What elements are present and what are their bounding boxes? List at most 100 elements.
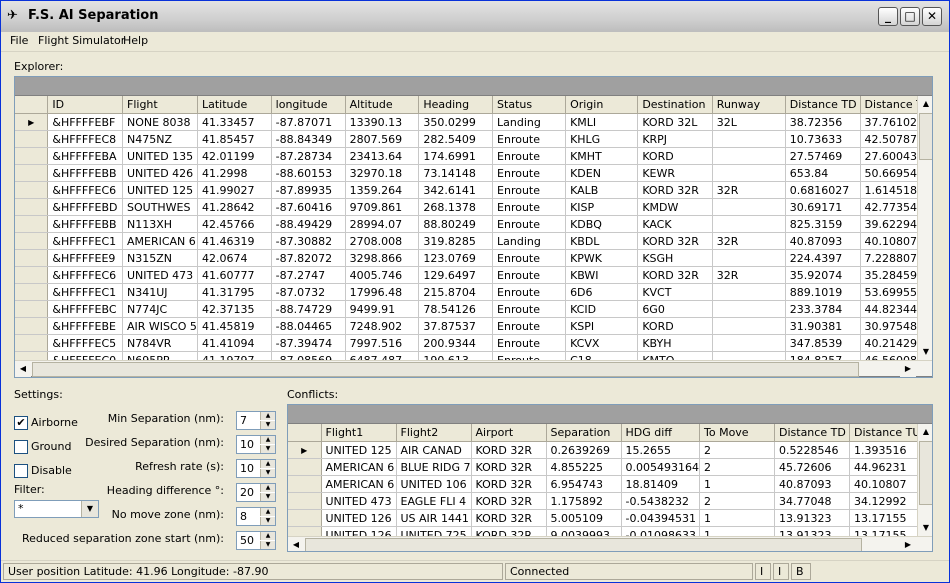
row-header[interactable] [15, 198, 49, 216]
table-cell[interactable]: 6G0 [637, 300, 713, 318]
table-cell[interactable]: 233.3784 [785, 300, 861, 318]
table-cell[interactable]: &HFFFFEC8 [47, 130, 123, 148]
table-row[interactable]: &HFFFFEC5 N784VR 41.41094 -87.39474 7997.516… [15, 334, 932, 352]
conflicts-column-header[interactable]: HDG diff [621, 424, 701, 442]
scroll-right-arrow-icon[interactable]: ▶ [900, 361, 916, 377]
current-row-arrow-icon[interactable]: ▶ [15, 113, 49, 131]
table-cell[interactable]: 18.81409 [621, 475, 701, 493]
row-header[interactable] [15, 249, 49, 267]
row-header[interactable] [15, 181, 49, 199]
table-cell[interactable]: 4.855225 [546, 458, 622, 476]
table-cell[interactable]: 40.87093 [785, 232, 861, 250]
table-row[interactable]: &HFFFFEC6 UNITED 125 41.99027 -87.89935 1359… [15, 181, 932, 199]
spin-down-icon[interactable]: ▼ [260, 421, 275, 429]
table-cell[interactable]: Enroute [492, 334, 567, 352]
table-cell[interactable]: NONE 8038 [122, 113, 198, 131]
table-cell[interactable]: &HFFFFEC6 [47, 266, 123, 284]
table-cell[interactable]: &HFFFFEBF [47, 113, 123, 131]
conflicts-horizontal-scrollbar[interactable]: ◀ ▶ [288, 536, 932, 551]
table-cell[interactable]: 78.54126 [418, 300, 494, 318]
title-bar[interactable]: ✈ F.S. AI Separation _ □ ✕ [1, 1, 949, 33]
table-cell[interactable] [712, 147, 786, 165]
menu-flight-simulator[interactable]: Flight Simulator [38, 34, 125, 47]
scroll-left-arrow-icon[interactable]: ◀ [288, 537, 304, 551]
table-cell[interactable]: BLUE RIDG 7 [396, 458, 472, 476]
table-cell[interactable]: Enroute [492, 249, 567, 267]
table-cell[interactable]: KISP [565, 198, 639, 216]
table-cell[interactable]: UNITED 426 [122, 164, 198, 182]
table-cell[interactable]: -88.74729 [271, 300, 346, 318]
table-cell[interactable]: 3298.866 [345, 249, 420, 267]
menu-help[interactable]: Help [123, 34, 148, 47]
table-cell[interactable]: 42.0674 [197, 249, 272, 267]
table-cell[interactable]: -87.28734 [271, 147, 346, 165]
chevron-down-icon[interactable]: ▼ [81, 501, 98, 517]
table-cell[interactable]: Enroute [492, 147, 567, 165]
table-cell[interactable]: 32L [712, 113, 786, 131]
row-header[interactable] [15, 215, 49, 233]
table-cell[interactable]: 350.0299 [418, 113, 494, 131]
table-cell[interactable]: 44.96231 [849, 458, 925, 476]
spin-up-icon[interactable]: ▲ [260, 532, 275, 540]
table-cell[interactable]: &HFFFFEC1 [47, 283, 123, 301]
table-cell[interactable]: -0.04394531 [621, 509, 701, 527]
scroll-down-arrow-icon[interactable]: ▼ [918, 344, 932, 360]
table-cell[interactable]: KCVX [565, 334, 639, 352]
table-cell[interactable]: AIR CANAD [396, 441, 472, 459]
table-row[interactable]: &HFFFFEC1 N341UJ 41.31795 -87.0732 17996.48 2… [15, 283, 932, 301]
table-row[interactable]: UNITED 126 US AIR 1441 KORD 32R 5.005109 -0.… [288, 509, 925, 527]
explorer-column-header[interactable]: Destination [637, 96, 713, 114]
table-cell[interactable]: KACK [637, 215, 713, 233]
table-cell[interactable]: &HFFFFEBD [47, 198, 123, 216]
table-cell[interactable]: KEWR [637, 164, 713, 182]
table-cell[interactable]: Enroute [492, 215, 567, 233]
spin-down-icon[interactable]: ▼ [260, 469, 275, 477]
table-row[interactable]: &HFFFFEC8 N475NZ 41.85457 -88.84349 2807.569… [15, 130, 932, 148]
scroll-left-arrow-icon[interactable]: ◀ [15, 361, 31, 377]
table-cell[interactable]: AIR WISCO 5 [122, 317, 198, 335]
table-cell[interactable]: 23413.64 [345, 147, 420, 165]
table-cell[interactable]: -88.60153 [271, 164, 346, 182]
table-cell[interactable]: UNITED 473 [122, 266, 198, 284]
explorer-horizontal-scrollbar[interactable]: ◀ ▶ [15, 360, 932, 377]
table-cell[interactable]: 342.6141 [418, 181, 494, 199]
table-cell[interactable]: -87.39474 [271, 334, 346, 352]
table-cell[interactable]: KHLG [565, 130, 639, 148]
table-cell[interactable]: UNITED 125 [122, 181, 198, 199]
table-cell[interactable]: &HFFFFEC6 [47, 181, 123, 199]
row-header[interactable] [15, 334, 49, 352]
table-cell[interactable]: AMERICAN 6 [321, 458, 397, 476]
table-cell[interactable]: -87.0732 [271, 283, 346, 301]
table-cell[interactable]: 0.6816027 [785, 181, 861, 199]
row-header[interactable] [15, 147, 49, 165]
spin-down-icon[interactable]: ▼ [260, 517, 275, 525]
scroll-down-arrow-icon[interactable]: ▼ [918, 520, 932, 536]
table-cell[interactable]: 889.1019 [785, 283, 861, 301]
table-cell[interactable]: UNITED 473 [321, 492, 397, 510]
row-header[interactable] [15, 283, 49, 301]
table-cell[interactable]: KVCT [637, 283, 713, 301]
explorer-grid[interactable]: ID Flight Latitude longitude Altitude Heading… [14, 76, 933, 378]
table-cell[interactable]: KORD 32L [637, 113, 713, 131]
table-cell[interactable]: 45.72606 [774, 458, 850, 476]
explorer-scroll-thumb[interactable] [919, 113, 932, 160]
maximize-button[interactable]: □ [900, 7, 920, 26]
table-row[interactable]: &HFFFFEE9 N315ZN 42.0674 -87.82072 3298.866 1… [15, 249, 932, 267]
explorer-hscroll-thumb[interactable] [32, 362, 859, 377]
table-cell[interactable]: 282.5409 [418, 130, 494, 148]
table-cell[interactable]: KMDW [637, 198, 713, 216]
table-cell[interactable]: &HFFFFEBB [47, 215, 123, 233]
table-cell[interactable]: AMERICAN 6 [321, 475, 397, 493]
table-cell[interactable]: 38.72356 [785, 113, 861, 131]
table-cell[interactable]: -0.5438232 [621, 492, 701, 510]
explorer-column-header[interactable]: Origin [565, 96, 639, 114]
table-cell[interactable]: KMHT [565, 147, 639, 165]
table-cell[interactable]: 42.45766 [197, 215, 272, 233]
scroll-up-arrow-icon[interactable]: ▲ [918, 96, 932, 112]
table-cell[interactable]: -88.84349 [271, 130, 346, 148]
table-cell[interactable] [712, 198, 786, 216]
desired-separation-spinner[interactable]: 10 ▲ ▼ [236, 435, 276, 454]
table-cell[interactable]: 2 [699, 458, 775, 476]
spin-down-icon[interactable]: ▼ [260, 493, 275, 501]
table-cell[interactable]: KORD 32R [637, 266, 713, 284]
